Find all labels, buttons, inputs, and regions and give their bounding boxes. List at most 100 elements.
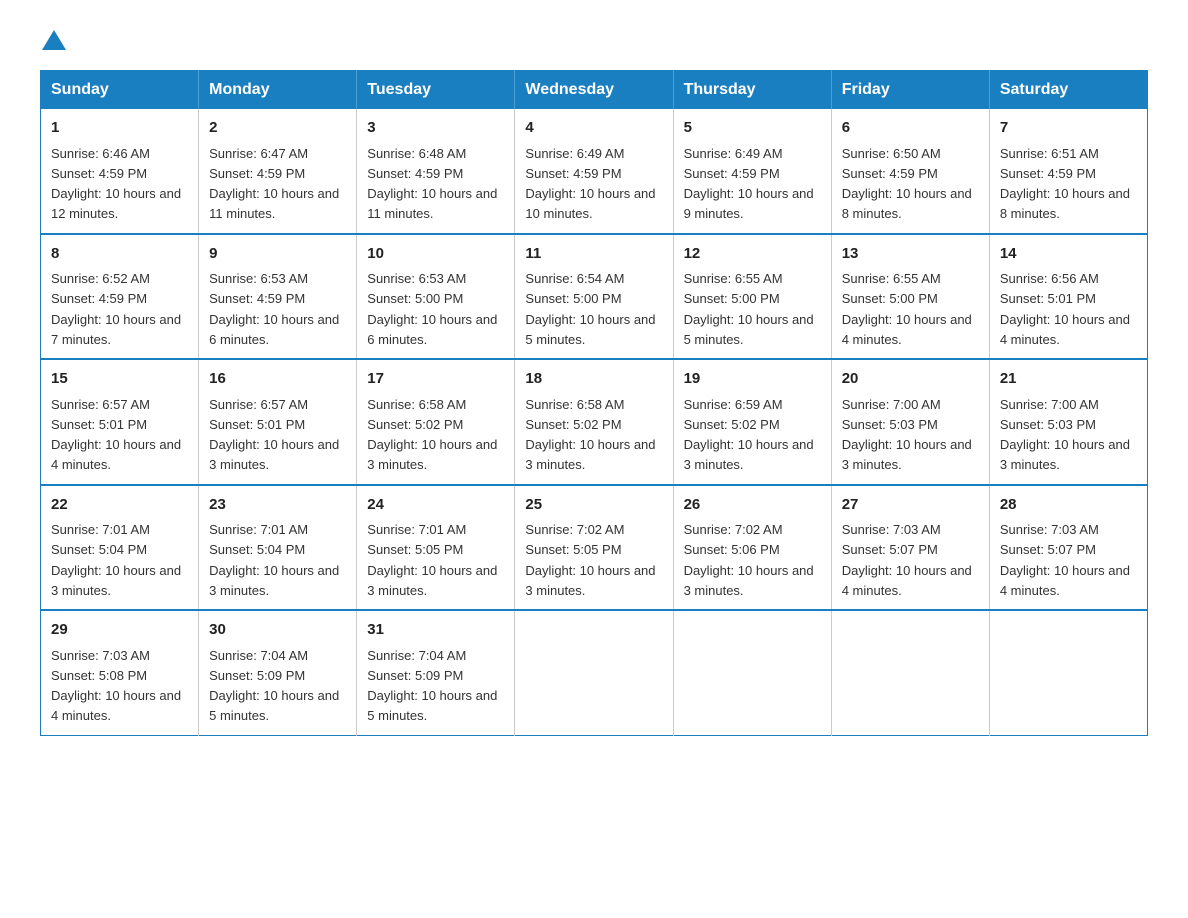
calendar-cell: 3 Sunrise: 6:48 AMSunset: 4:59 PMDaylight… <box>357 109 515 234</box>
column-header-sunday: Sunday <box>41 71 199 110</box>
calendar-cell: 9 Sunrise: 6:53 AMSunset: 4:59 PMDaylight… <box>199 234 357 360</box>
day-number: 23 <box>209 494 346 517</box>
calendar-cell: 30 Sunrise: 7:04 AMSunset: 5:09 PMDayligh… <box>199 610 357 735</box>
calendar-week-4: 22 Sunrise: 7:01 AMSunset: 5:04 PMDayligh… <box>41 485 1148 611</box>
day-number: 2 <box>209 117 346 140</box>
day-info: Sunrise: 6:55 AMSunset: 5:00 PMDaylight:… <box>842 271 972 347</box>
calendar-cell: 18 Sunrise: 6:58 AMSunset: 5:02 PMDayligh… <box>515 359 673 485</box>
day-info: Sunrise: 7:02 AMSunset: 5:06 PMDaylight:… <box>684 522 814 598</box>
day-number: 22 <box>51 494 188 517</box>
day-number: 29 <box>51 619 188 642</box>
day-info: Sunrise: 6:56 AMSunset: 5:01 PMDaylight:… <box>1000 271 1130 347</box>
day-number: 17 <box>367 368 504 391</box>
calendar-cell <box>673 610 831 735</box>
day-number: 10 <box>367 243 504 266</box>
day-info: Sunrise: 7:03 AMSunset: 5:07 PMDaylight:… <box>842 522 972 598</box>
day-info: Sunrise: 6:51 AMSunset: 4:59 PMDaylight:… <box>1000 146 1130 222</box>
calendar-header: SundayMondayTuesdayWednesdayThursdayFrid… <box>41 71 1148 110</box>
day-info: Sunrise: 6:50 AMSunset: 4:59 PMDaylight:… <box>842 146 972 222</box>
logo <box>40 30 66 50</box>
column-header-thursday: Thursday <box>673 71 831 110</box>
day-number: 30 <box>209 619 346 642</box>
day-info: Sunrise: 6:48 AMSunset: 4:59 PMDaylight:… <box>367 146 497 222</box>
calendar-cell: 1Sunrise: 6:46 AMSunset: 4:59 PMDaylight… <box>41 109 199 234</box>
calendar-cell: 20Sunrise: 7:00 AMSunset: 5:03 PMDayligh… <box>831 359 989 485</box>
day-info: Sunrise: 6:54 AMSunset: 5:00 PMDaylight:… <box>525 271 655 347</box>
calendar-cell: 6 Sunrise: 6:50 AMSunset: 4:59 PMDaylight… <box>831 109 989 234</box>
calendar-cell <box>831 610 989 735</box>
calendar-cell: 22 Sunrise: 7:01 AMSunset: 5:04 PMDayligh… <box>41 485 199 611</box>
day-number: 20 <box>842 368 979 391</box>
day-info: Sunrise: 7:02 AMSunset: 5:05 PMDaylight:… <box>525 522 655 598</box>
calendar-cell: 13 Sunrise: 6:55 AMSunset: 5:00 PMDayligh… <box>831 234 989 360</box>
day-info: Sunrise: 6:58 AMSunset: 5:02 PMDaylight:… <box>525 397 655 473</box>
day-number: 31 <box>367 619 504 642</box>
calendar-cell: 10 Sunrise: 6:53 AMSunset: 5:00 PMDayligh… <box>357 234 515 360</box>
calendar-week-2: 8Sunrise: 6:52 AMSunset: 4:59 PMDaylight… <box>41 234 1148 360</box>
day-number: 13 <box>842 243 979 266</box>
calendar-cell: 11 Sunrise: 6:54 AMSunset: 5:00 PMDayligh… <box>515 234 673 360</box>
column-header-wednesday: Wednesday <box>515 71 673 110</box>
calendar-cell <box>989 610 1147 735</box>
day-number: 14 <box>1000 243 1137 266</box>
calendar-cell: 25 Sunrise: 7:02 AMSunset: 5:05 PMDayligh… <box>515 485 673 611</box>
calendar-cell: 15 Sunrise: 6:57 AMSunset: 5:01 PMDayligh… <box>41 359 199 485</box>
day-number: 19 <box>684 368 821 391</box>
day-number: 12 <box>684 243 821 266</box>
calendar-cell: 17 Sunrise: 6:58 AMSunset: 5:02 PMDayligh… <box>357 359 515 485</box>
day-number: 11 <box>525 243 662 266</box>
day-number: 25 <box>525 494 662 517</box>
day-number: 16 <box>209 368 346 391</box>
calendar-week-5: 29 Sunrise: 7:03 AMSunset: 5:08 PMDayligh… <box>41 610 1148 735</box>
calendar-cell: 24Sunrise: 7:01 AMSunset: 5:05 PMDayligh… <box>357 485 515 611</box>
day-info: Sunrise: 6:57 AMSunset: 5:01 PMDaylight:… <box>51 397 181 473</box>
day-number: 8 <box>51 243 188 266</box>
day-number: 21 <box>1000 368 1137 391</box>
column-header-friday: Friday <box>831 71 989 110</box>
day-info: Sunrise: 6:57 AMSunset: 5:01 PMDaylight:… <box>209 397 339 473</box>
calendar-cell: 4 Sunrise: 6:49 AMSunset: 4:59 PMDaylight… <box>515 109 673 234</box>
calendar-table: SundayMondayTuesdayWednesdayThursdayFrid… <box>40 70 1148 736</box>
calendar-cell: 14 Sunrise: 6:56 AMSunset: 5:01 PMDayligh… <box>989 234 1147 360</box>
day-info: Sunrise: 7:04 AMSunset: 5:09 PMDaylight:… <box>209 648 339 724</box>
day-number: 9 <box>209 243 346 266</box>
day-number: 5 <box>684 117 821 140</box>
day-info: Sunrise: 7:01 AMSunset: 5:04 PMDaylight:… <box>209 522 339 598</box>
day-number: 26 <box>684 494 821 517</box>
calendar-body: 1Sunrise: 6:46 AMSunset: 4:59 PMDaylight… <box>41 109 1148 735</box>
calendar-cell: 28Sunrise: 7:03 AMSunset: 5:07 PMDayligh… <box>989 485 1147 611</box>
column-header-tuesday: Tuesday <box>357 71 515 110</box>
calendar-week-3: 15 Sunrise: 6:57 AMSunset: 5:01 PMDayligh… <box>41 359 1148 485</box>
day-number: 7 <box>1000 117 1137 140</box>
column-header-saturday: Saturday <box>989 71 1147 110</box>
calendar-cell: 31 Sunrise: 7:04 AMSunset: 5:09 PMDayligh… <box>357 610 515 735</box>
calendar-cell: 27Sunrise: 7:03 AMSunset: 5:07 PMDayligh… <box>831 485 989 611</box>
day-number: 3 <box>367 117 504 140</box>
calendar-cell: 23 Sunrise: 7:01 AMSunset: 5:04 PMDayligh… <box>199 485 357 611</box>
day-number: 6 <box>842 117 979 140</box>
day-info: Sunrise: 7:01 AMSunset: 5:04 PMDaylight:… <box>51 522 181 598</box>
day-info: Sunrise: 6:55 AMSunset: 5:00 PMDaylight:… <box>684 271 814 347</box>
day-info: Sunrise: 6:58 AMSunset: 5:02 PMDaylight:… <box>367 397 497 473</box>
day-info: Sunrise: 7:00 AMSunset: 5:03 PMDaylight:… <box>1000 397 1130 473</box>
calendar-cell: 16 Sunrise: 6:57 AMSunset: 5:01 PMDayligh… <box>199 359 357 485</box>
day-info: Sunrise: 6:53 AMSunset: 5:00 PMDaylight:… <box>367 271 497 347</box>
page-header <box>40 30 1148 50</box>
day-info: Sunrise: 6:49 AMSunset: 4:59 PMDaylight:… <box>525 146 655 222</box>
calendar-cell: 8Sunrise: 6:52 AMSunset: 4:59 PMDaylight… <box>41 234 199 360</box>
day-info: Sunrise: 7:04 AMSunset: 5:09 PMDaylight:… <box>367 648 497 724</box>
calendar-cell: 5Sunrise: 6:49 AMSunset: 4:59 PMDaylight… <box>673 109 831 234</box>
logo-triangle-icon <box>42 30 66 50</box>
day-info: Sunrise: 7:03 AMSunset: 5:08 PMDaylight:… <box>51 648 181 724</box>
day-number: 4 <box>525 117 662 140</box>
day-info: Sunrise: 6:47 AMSunset: 4:59 PMDaylight:… <box>209 146 339 222</box>
day-number: 15 <box>51 368 188 391</box>
calendar-cell <box>515 610 673 735</box>
calendar-cell: 12 Sunrise: 6:55 AMSunset: 5:00 PMDayligh… <box>673 234 831 360</box>
column-header-monday: Monday <box>199 71 357 110</box>
day-number: 18 <box>525 368 662 391</box>
day-info: Sunrise: 6:59 AMSunset: 5:02 PMDaylight:… <box>684 397 814 473</box>
day-info: Sunrise: 7:01 AMSunset: 5:05 PMDaylight:… <box>367 522 497 598</box>
day-number: 28 <box>1000 494 1137 517</box>
day-info: Sunrise: 6:53 AMSunset: 4:59 PMDaylight:… <box>209 271 339 347</box>
